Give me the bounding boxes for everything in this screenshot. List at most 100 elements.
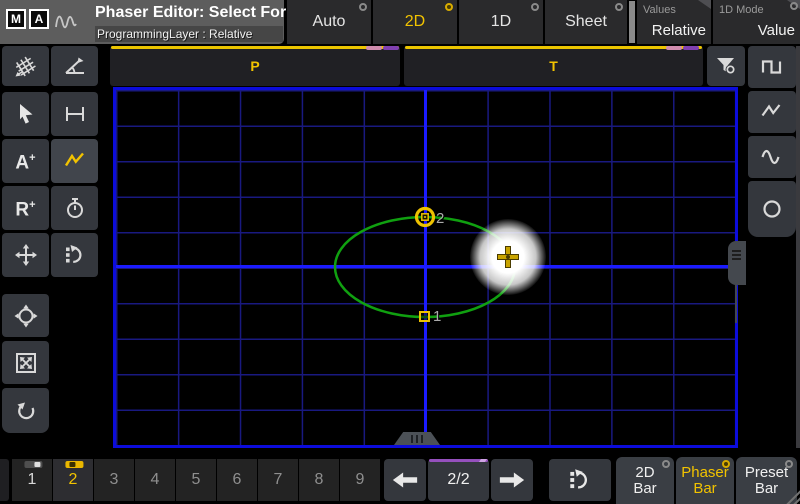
p-label: P <box>250 58 259 74</box>
tab-auto[interactable]: Auto <box>287 0 371 44</box>
programming-layer-label: ProgrammingLayer : Relative <box>95 26 283 42</box>
2d-bar-radio <box>662 460 670 468</box>
page-button-6[interactable]: 6 <box>217 459 257 501</box>
title-bar: M A Phaser Editor: Select Form Programmi… <box>0 0 284 44</box>
mode-dropdown[interactable]: 1D Mode Value <box>713 0 800 44</box>
absolute-label: A+ <box>15 149 35 172</box>
pointer-tool-button[interactable] <box>2 92 49 136</box>
2d-bar-button[interactable]: 2D Bar <box>616 457 674 504</box>
matricks-loop-button[interactable] <box>51 233 98 277</box>
absolute-tool-button[interactable]: A+ <box>2 139 49 183</box>
circle-form-button[interactable] <box>748 181 796 237</box>
phaser-bar-button[interactable]: Phaser Bar <box>676 457 734 504</box>
tab-sheet-label: Sheet <box>565 13 607 31</box>
t-encoder-bar <box>405 46 702 49</box>
values-dropdown-value: Relative <box>652 22 706 39</box>
filter-button[interactable] <box>707 46 745 86</box>
preset-bar-button[interactable]: Preset Bar <box>736 457 797 504</box>
mode-dropdown-radio <box>790 2 798 10</box>
t-purple-segment <box>683 46 699 50</box>
values-dropdown[interactable]: Values Relative <box>637 0 711 44</box>
page-button-1[interactable]: 1 <box>12 459 52 501</box>
center-target-button[interactable] <box>2 294 49 337</box>
form-ellipse <box>116 90 735 445</box>
fit-view-button[interactable] <box>2 341 49 384</box>
tab-1d[interactable]: 1D <box>459 0 543 44</box>
attribute-p-button[interactable]: P <box>110 46 400 86</box>
grid-snap-icon <box>13 53 39 79</box>
p-pink-segment <box>366 46 382 50</box>
p-purple-segment <box>383 46 399 50</box>
filter-icon <box>713 53 739 79</box>
tab-auto-label: Auto <box>313 13 346 31</box>
angle-tool-button[interactable] <box>51 46 98 86</box>
ma-logo[interactable]: M A <box>6 9 49 29</box>
matricks-bar-button[interactable] <box>549 459 611 501</box>
center-target-icon <box>13 303 39 329</box>
page-button-5[interactable]: 5 <box>176 459 216 501</box>
mode-dropdown-label: 1D Mode <box>719 4 764 16</box>
matricks-loop-icon <box>62 242 88 268</box>
dropdown-triangle-icon <box>698 0 711 9</box>
point-1-label: 1 <box>433 308 441 325</box>
subtitle-strip: ProgrammingLayer : Relative <box>95 26 283 42</box>
phaser-editor-window: M A Phaser Editor: Select Form Programmi… <box>0 0 800 504</box>
page-2-badge <box>65 461 83 468</box>
attribute-t-button[interactable]: T <box>404 46 703 86</box>
phaser-wave-icon <box>50 9 82 35</box>
stopwatch-icon <box>62 195 88 221</box>
square-wave-form-button[interactable] <box>748 46 796 88</box>
width-span-tool-button[interactable] <box>51 92 98 136</box>
tab-sheet[interactable]: Sheet <box>545 0 627 44</box>
page-1-badge <box>24 461 42 468</box>
arrow-right-icon <box>498 469 526 491</box>
angle-icon <box>62 53 88 79</box>
page-next-button[interactable] <box>491 459 533 501</box>
tab-2d-label: 2D <box>405 13 425 31</box>
tab-1d-label: 1D <box>491 13 511 31</box>
page-button-9[interactable]: 9 <box>340 459 380 501</box>
tab-2d[interactable]: 2D <box>373 0 457 44</box>
stopwatch-tool-button[interactable] <box>51 186 98 230</box>
right-edge-strip <box>796 46 800 448</box>
arrow-left-icon <box>391 469 419 491</box>
right-panel-drag-handle[interactable] <box>728 241 746 285</box>
fit-icon <box>13 350 39 376</box>
move-tool-button[interactable] <box>2 233 49 277</box>
phaser-2d-canvas[interactable]: 2 1 <box>113 87 738 448</box>
mode-dropdown-value: Value <box>758 22 795 39</box>
page-button-4[interactable]: 4 <box>135 459 175 501</box>
matricks-loop-icon <box>566 466 594 494</box>
page-button-3[interactable]: 3 <box>94 459 134 501</box>
page-previous-button[interactable] <box>384 459 426 501</box>
form-point-2-marker[interactable] <box>413 205 437 229</box>
point-2-label: 2 <box>436 210 444 227</box>
triangle-wave-form-button[interactable] <box>748 91 796 133</box>
tab-sheet-radio <box>615 3 623 11</box>
page-indicator[interactable]: 2/2 <box>428 459 489 501</box>
triangle-wave-icon <box>759 99 785 125</box>
page-button-7[interactable]: 7 <box>258 459 298 501</box>
undo-icon <box>13 398 39 424</box>
sine-wave-icon <box>759 144 785 170</box>
width-span-icon <box>62 101 88 127</box>
drag-handle-lines-icon <box>732 250 741 260</box>
ma-logo-m: M <box>6 9 26 29</box>
crosshair-cursor-icon[interactable] <box>497 246 519 268</box>
preset-bar-radio <box>785 460 793 468</box>
sine-wave-form-button[interactable] <box>748 136 796 178</box>
relative-zigzag-tool-button[interactable] <box>51 139 98 183</box>
bottom-left-grip[interactable] <box>0 459 9 501</box>
ma-logo-a: A <box>29 9 49 29</box>
page-button-2[interactable]: 2 <box>53 459 93 501</box>
tab-1d-radio <box>531 3 539 11</box>
undo-button[interactable] <box>2 388 49 433</box>
p-encoder-bar <box>111 46 399 49</box>
grid-snap-button[interactable] <box>2 46 49 86</box>
page-button-8[interactable]: 8 <box>299 459 339 501</box>
form-point-1-marker[interactable] <box>419 311 430 322</box>
right-panel-handle-tail <box>735 285 737 323</box>
recall-label: R+ <box>15 196 35 219</box>
recall-tool-button[interactable]: R+ <box>2 186 49 230</box>
pointer-icon <box>13 101 39 127</box>
